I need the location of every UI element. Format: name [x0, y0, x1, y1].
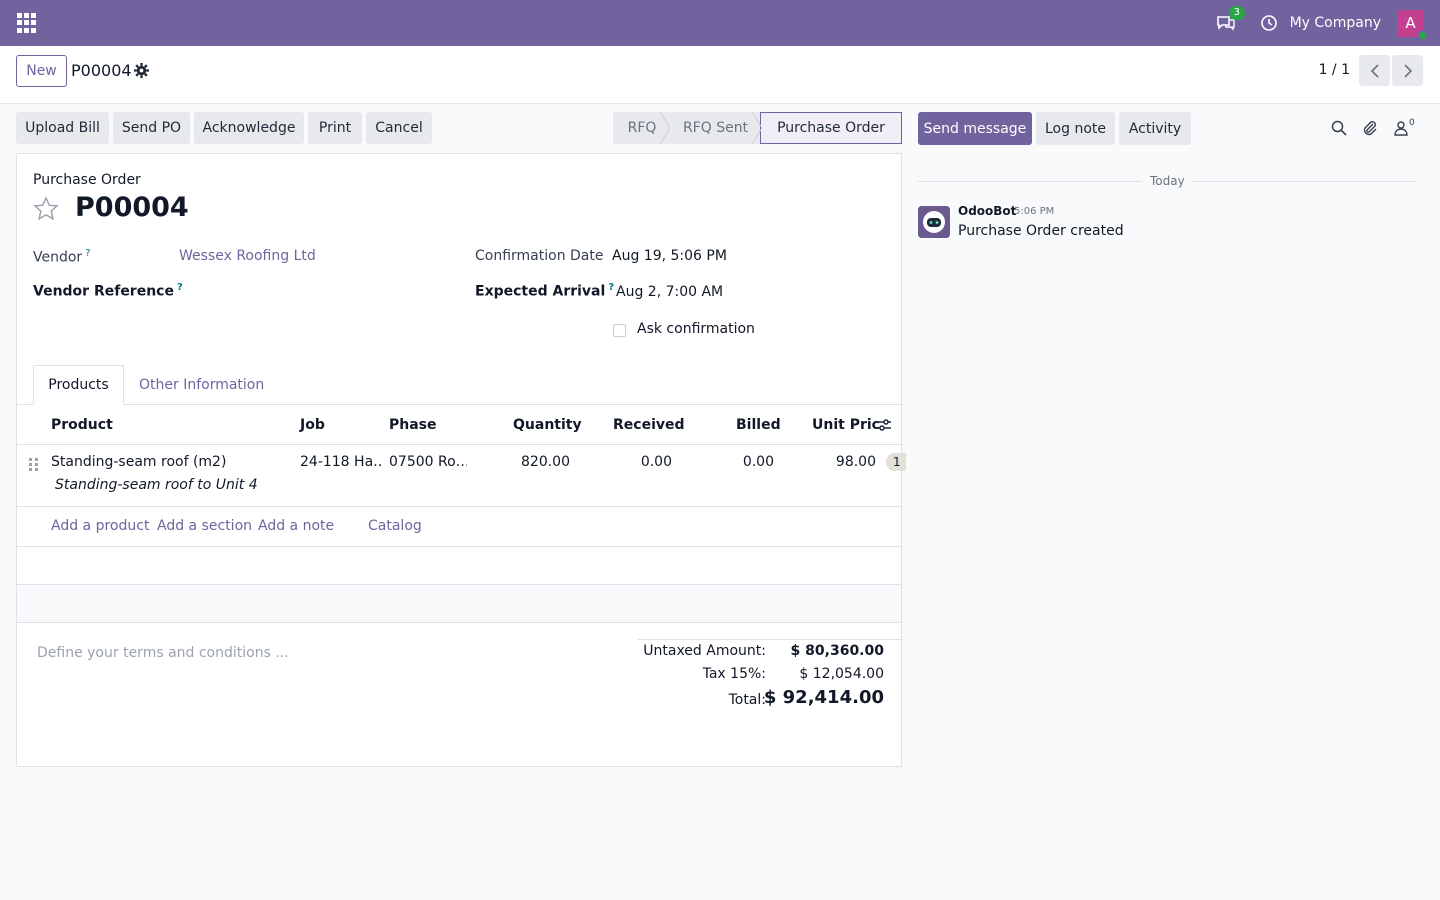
cell-product[interactable]: Standing-seam roof (m2)	[51, 454, 226, 470]
tax-label: Tax 15%:	[702, 666, 766, 682]
total-label: Total:	[728, 692, 766, 708]
catalog-link[interactable]: Catalog	[368, 518, 422, 534]
stage-separator-icon	[752, 112, 762, 144]
new-button[interactable]: New	[16, 55, 67, 87]
untaxed-amount-label: Untaxed Amount:	[643, 643, 766, 659]
stage-separator-icon	[660, 112, 670, 144]
vendor-reference-field[interactable]	[179, 276, 449, 304]
send-message-button[interactable]: Send message	[918, 112, 1032, 145]
navbar-systray: 3 My Company A	[1216, 0, 1428, 46]
cancel-button[interactable]: Cancel	[366, 112, 432, 144]
control-panel: New P00004 1 / 1	[0, 46, 1440, 104]
star-icon[interactable]	[33, 196, 59, 222]
vendor-field[interactable]: Wessex Roofing Ltd	[179, 248, 316, 264]
column-header-received[interactable]: Received	[613, 417, 685, 433]
tab-other-information[interactable]: Other Information	[139, 365, 264, 405]
add-product-link[interactable]: Add a product	[51, 518, 149, 534]
cell-received[interactable]: 0.00	[597, 454, 672, 470]
followers-count: 0	[1409, 118, 1415, 128]
pager-value[interactable]: 1 / 1	[1319, 62, 1350, 78]
totals-divider	[638, 639, 901, 640]
cell-unit-price[interactable]: 98.00	[797, 454, 876, 470]
stage-rfq-sent[interactable]: RFQ Sent	[671, 112, 760, 144]
document-type-label: Purchase Order	[33, 172, 141, 188]
add-section-link[interactable]: Add a section	[157, 518, 252, 534]
line-description[interactable]: Standing-seam roof to Unit 4	[55, 477, 258, 493]
chevron-right-icon	[1403, 63, 1412, 78]
column-header-phase[interactable]: Phase	[389, 417, 437, 433]
vendor-reference-label-text: Vendor Reference	[33, 283, 174, 300]
vendor-label-text: Vendor	[33, 249, 83, 266]
send-po-button[interactable]: Send PO	[113, 112, 190, 144]
confirmation-date-field[interactable]: Aug 19, 5:06 PM	[612, 248, 727, 264]
attachment-paperclip-icon[interactable]	[1362, 120, 1378, 136]
ask-confirmation-label: Ask confirmation	[637, 321, 755, 337]
help-tooltip-icon[interactable]: ?	[608, 282, 614, 293]
expected-arrival-label: Expected Arrival?	[475, 282, 614, 300]
cell-phase[interactable]: 07500 Ro…	[389, 454, 467, 470]
vendor-label: Vendor?	[33, 248, 91, 266]
cell-job[interactable]: 24-118 Ha…	[300, 454, 382, 470]
date-divider-line	[918, 181, 1142, 182]
tax-tag[interactable]: 1	[886, 453, 906, 471]
expected-arrival-label-text: Expected Arrival	[475, 283, 606, 300]
add-line-row: Add a product Add a section Add a note C…	[17, 507, 901, 547]
activity-button[interactable]: Activity	[1119, 112, 1191, 145]
message-body: Purchase Order created	[958, 223, 1124, 239]
tab-products[interactable]: Products	[33, 365, 124, 405]
empty-table-row	[17, 585, 901, 623]
acknowledge-button[interactable]: Acknowledge	[194, 112, 304, 144]
column-header-job[interactable]: Job	[300, 417, 325, 433]
breadcrumb-record-name: P00004	[71, 61, 132, 80]
ask-confirmation-checkbox[interactable]	[613, 324, 626, 337]
column-header-product[interactable]: Product	[51, 417, 113, 433]
pager-previous-button[interactable]	[1359, 55, 1390, 86]
cell-billed[interactable]: 0.00	[697, 454, 774, 470]
date-divider-line	[1192, 181, 1416, 182]
cell-quantity[interactable]: 820.00	[487, 454, 570, 470]
upload-bill-button[interactable]: Upload Bill	[16, 112, 109, 144]
column-header-quantity[interactable]: Quantity	[513, 417, 582, 433]
avatar-letter: A	[1405, 14, 1416, 32]
top-navbar: 3 My Company A	[0, 0, 1440, 46]
tax-value: $ 12,054.00	[799, 666, 884, 682]
log-note-button[interactable]: Log note	[1036, 112, 1115, 145]
drag-handle-icon[interactable]	[29, 458, 38, 472]
pager-next-button[interactable]	[1392, 55, 1423, 86]
expected-arrival-field[interactable]: Aug 2, 7:00 AM	[616, 284, 723, 300]
help-tooltip-icon[interactable]: ?	[85, 248, 90, 259]
activity-clock-icon[interactable]	[1260, 14, 1278, 32]
online-status-dot	[1417, 29, 1428, 41]
page-title: P00004	[75, 192, 189, 223]
stage-purchase-order[interactable]: Purchase Order	[760, 112, 902, 144]
company-switcher[interactable]: My Company	[1290, 15, 1381, 31]
optional-columns-icon[interactable]	[877, 418, 891, 432]
followers-user-icon[interactable]	[1393, 120, 1409, 136]
messaging-badge: 3	[1228, 6, 1245, 20]
confirmation-date-label: Confirmation Date	[475, 248, 604, 264]
apps-menu-icon[interactable]	[17, 13, 37, 33]
notebook-tabs: Products Other Information	[17, 365, 901, 405]
terms-conditions-field[interactable]: Define your terms and conditions ...	[37, 645, 289, 661]
empty-table-row	[17, 547, 901, 585]
messaging-icon[interactable]: 3	[1216, 6, 1245, 33]
total-value: $ 92,414.00	[763, 687, 884, 708]
table-header: Product Job Phase Quantity Received Bill…	[17, 405, 901, 445]
message-time: 5:06 PM	[1014, 206, 1055, 217]
form-sheet: Purchase Order P00004 Vendor? Wessex Roo…	[16, 153, 906, 767]
untaxed-amount-value: $ 80,360.00	[790, 643, 884, 659]
print-button[interactable]: Print	[308, 112, 362, 144]
odoobot-avatar	[918, 206, 950, 238]
user-avatar[interactable]: A	[1397, 9, 1428, 41]
vendor-reference-label: Vendor Reference?	[33, 282, 183, 300]
column-header-unit-price[interactable]: Unit Pric	[812, 417, 880, 433]
gear-icon[interactable]	[134, 63, 149, 78]
message-author: OdooBot	[958, 204, 1017, 218]
search-icon[interactable]	[1331, 120, 1347, 136]
chevron-left-icon	[1370, 63, 1379, 78]
add-note-link[interactable]: Add a note	[258, 518, 334, 534]
table-row[interactable]: Standing-seam roof (m2) 24-118 Ha… 07500…	[17, 445, 906, 507]
date-divider-label: Today	[1150, 174, 1185, 188]
column-header-billed[interactable]: Billed	[736, 417, 781, 433]
